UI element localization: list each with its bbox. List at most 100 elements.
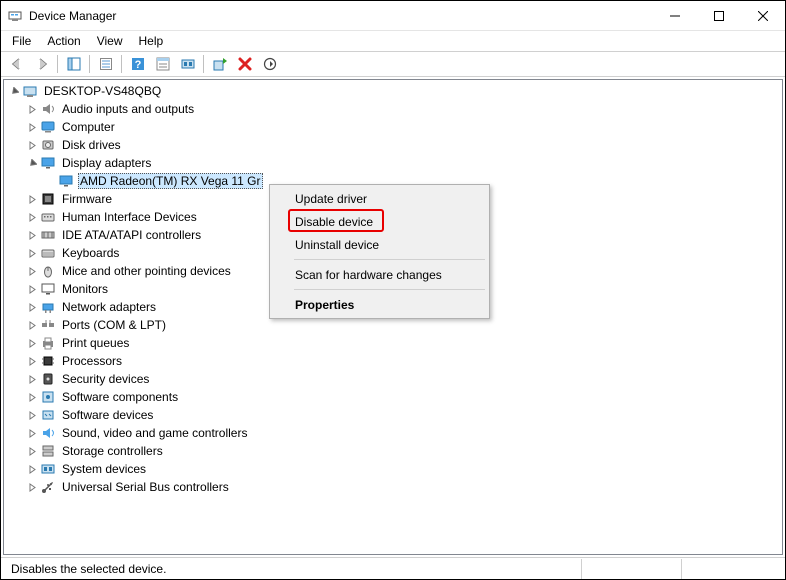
menubar: File Action View Help — [1, 31, 785, 51]
close-button[interactable] — [741, 1, 785, 30]
expander-icon[interactable] — [24, 155, 40, 171]
toolbar-separator — [203, 55, 204, 73]
menu-file[interactable]: File — [5, 32, 38, 50]
expander-icon[interactable] — [6, 83, 22, 99]
context-menu-item[interactable]: Disable device — [272, 210, 487, 233]
tree-category[interactable]: Display adapters — [4, 154, 782, 172]
toolbar-back-button[interactable] — [5, 53, 28, 75]
expander-icon[interactable] — [24, 101, 40, 117]
menu-help[interactable]: Help — [132, 32, 171, 50]
toolbar-help-button[interactable]: ? — [126, 53, 149, 75]
toolbar-update-driver-button[interactable] — [208, 53, 231, 75]
maximize-button[interactable] — [697, 1, 741, 30]
security-icon — [40, 371, 56, 387]
app-icon — [7, 8, 23, 24]
expander-icon[interactable] — [24, 407, 40, 423]
display-icon — [58, 173, 74, 189]
expander-icon[interactable] — [24, 443, 40, 459]
expander-icon[interactable] — [24, 353, 40, 369]
toolbar-show-hide-tree-button[interactable] — [62, 53, 85, 75]
menu-view[interactable]: View — [90, 32, 130, 50]
tree-category-label: Storage controllers — [60, 444, 165, 458]
context-menu-item[interactable]: Scan for hardware changes — [272, 263, 487, 286]
menu-action[interactable]: Action — [40, 32, 87, 50]
tree-category-label: Computer — [60, 120, 117, 134]
expander-icon[interactable] — [24, 227, 40, 243]
expander-spacer — [42, 173, 58, 189]
tree-category-label: Sound, video and game controllers — [60, 426, 249, 440]
keyboard-icon — [40, 245, 56, 261]
minimize-button[interactable] — [653, 1, 697, 30]
tree-category-label: Display adapters — [60, 156, 153, 170]
status-cell-3 — [681, 559, 781, 579]
expander-icon[interactable] — [24, 461, 40, 477]
tree-category[interactable]: Software devices — [4, 406, 782, 424]
tree-category[interactable]: Audio inputs and outputs — [4, 100, 782, 118]
tree-category-label: Software components — [60, 390, 180, 404]
tree-category[interactable]: Processors — [4, 352, 782, 370]
cpu-icon — [40, 353, 56, 369]
expander-icon[interactable] — [24, 425, 40, 441]
status-cell-2 — [581, 559, 681, 579]
tree-category-label: Print queues — [60, 336, 131, 350]
usb-icon — [40, 479, 56, 495]
titlebar: Device Manager — [1, 1, 785, 31]
expander-icon[interactable] — [24, 389, 40, 405]
context-menu-item[interactable]: Properties — [272, 293, 487, 316]
tree-root[interactable]: DESKTOP-VS48QBQ — [4, 82, 782, 100]
expander-icon[interactable] — [24, 245, 40, 261]
tree-category[interactable]: Disk drives — [4, 136, 782, 154]
tree-root-label: DESKTOP-VS48QBQ — [42, 84, 163, 98]
toolbar-disable-button[interactable] — [258, 53, 281, 75]
expander-icon[interactable] — [24, 263, 40, 279]
computer-icon — [40, 119, 56, 135]
sound-icon — [40, 425, 56, 441]
firmware-icon — [40, 191, 56, 207]
toolbar-properties-button[interactable] — [94, 53, 117, 75]
toolbar: ? — [1, 51, 785, 77]
toolbar-console-tree-button[interactable] — [151, 53, 174, 75]
tree-category-label: Processors — [60, 354, 124, 368]
context-menu-item[interactable]: Uninstall device — [272, 233, 487, 256]
toolbar-separator — [121, 55, 122, 73]
tree-category[interactable]: Computer — [4, 118, 782, 136]
tree-category[interactable]: System devices — [4, 460, 782, 478]
expander-icon[interactable] — [24, 191, 40, 207]
sw-comp-icon — [40, 389, 56, 405]
tree-category[interactable]: Security devices — [4, 370, 782, 388]
expander-icon[interactable] — [24, 479, 40, 495]
system-icon — [40, 461, 56, 477]
expander-icon[interactable] — [24, 317, 40, 333]
toolbar-forward-button[interactable] — [30, 53, 53, 75]
expander-icon[interactable] — [24, 119, 40, 135]
toolbar-separator — [89, 55, 90, 73]
expander-icon[interactable] — [24, 299, 40, 315]
tree-category[interactable]: Software components — [4, 388, 782, 406]
toolbar-uninstall-button[interactable] — [233, 53, 256, 75]
device-manager-window: Device Manager File Action View Help — [0, 0, 786, 580]
display-icon — [40, 155, 56, 171]
svg-text:?: ? — [134, 59, 141, 71]
computer-icon — [22, 83, 38, 99]
toolbar-separator — [57, 55, 58, 73]
statusbar: Disables the selected device. — [1, 557, 785, 579]
expander-icon[interactable] — [24, 335, 40, 351]
tree-category-label: Human Interface Devices — [60, 210, 199, 224]
tree-category-label: Disk drives — [60, 138, 123, 152]
context-menu-item[interactable]: Update driver — [272, 187, 487, 210]
tree-category[interactable]: Sound, video and game controllers — [4, 424, 782, 442]
expander-icon[interactable] — [24, 209, 40, 225]
tree-device-label: AMD Radeon(TM) RX Vega 11 Gr — [78, 173, 263, 189]
tree-category[interactable]: Print queues — [4, 334, 782, 352]
expander-icon[interactable] — [24, 137, 40, 153]
tree-category[interactable]: Storage controllers — [4, 442, 782, 460]
tree-category-label: Security devices — [60, 372, 151, 386]
tree-category[interactable]: Universal Serial Bus controllers — [4, 478, 782, 496]
expander-icon[interactable] — [24, 371, 40, 387]
ide-icon — [40, 227, 56, 243]
window-title: Device Manager — [29, 9, 116, 23]
toolbar-scan-hardware-button[interactable] — [176, 53, 199, 75]
context-menu-separator — [294, 259, 485, 260]
expander-icon[interactable] — [24, 281, 40, 297]
tree-category-label: Universal Serial Bus controllers — [60, 480, 231, 494]
